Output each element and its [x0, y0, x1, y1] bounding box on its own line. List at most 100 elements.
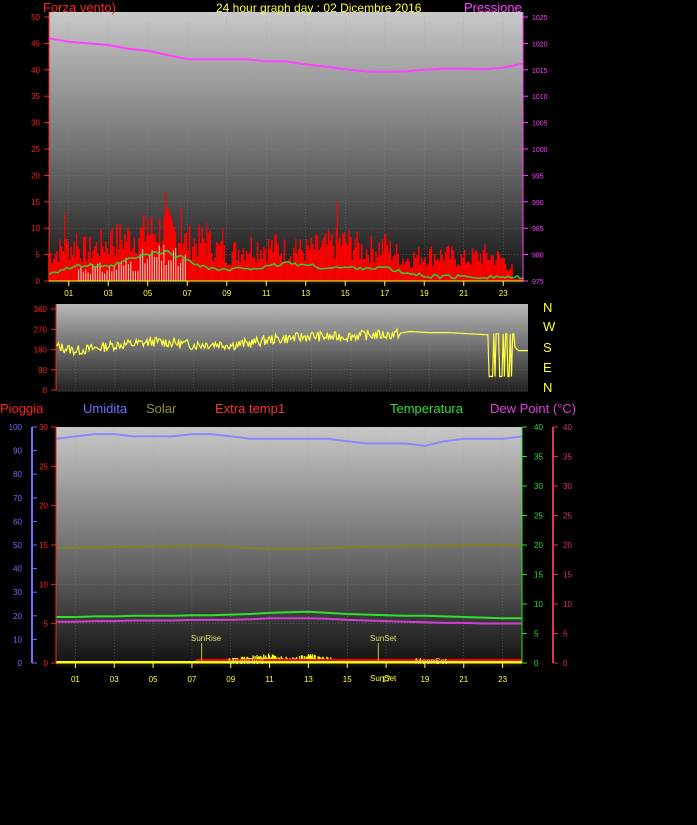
chart-date-title: 24 hour graph day : 02 Dicembre 2016: [216, 1, 422, 15]
bottom-time-tick-label: 23: [498, 675, 507, 684]
inner-left-tick-label: 30: [39, 423, 48, 432]
wind-tick-label: 50: [31, 13, 40, 22]
pressure-tick-label: 995: [532, 173, 544, 180]
temp-tick-label: 30: [534, 482, 543, 491]
dew-tick-label: 15: [563, 571, 572, 580]
temp-tick-label: 20: [534, 541, 543, 550]
wind-tick-label: 20: [31, 171, 40, 180]
direction-tick-label: 0: [43, 386, 48, 395]
sunset-bottom-label: SunSet: [370, 674, 397, 683]
bottom-time-tick-label: 11: [265, 675, 274, 684]
temp-tick-label: 10: [534, 600, 543, 609]
inner-left-tick-label: 5: [44, 620, 49, 629]
time-tick-label: 01: [64, 289, 73, 298]
time-tick-label: 07: [183, 289, 192, 298]
time-tick-label: 09: [222, 289, 231, 298]
sunrise-label: SunRise: [191, 634, 222, 643]
sunset-label: SunSet: [370, 634, 397, 643]
bottom-time-tick-label: 07: [187, 675, 196, 684]
rain-tick-label: 80: [13, 470, 22, 479]
compass-n-bottom: N: [543, 380, 552, 395]
pressure-tick-label: 1020: [532, 41, 548, 48]
pressure-tick-label: 1025: [532, 15, 548, 22]
wind-tick-label: 10: [31, 224, 40, 233]
dew-tick-label: 5: [563, 630, 568, 639]
humidity-label: Umidita: [83, 401, 128, 416]
wind-tick-label: 25: [31, 145, 40, 154]
direction-plot-area: [56, 304, 528, 392]
temp-tick-label: 40: [534, 423, 543, 432]
time-tick-label: 13: [301, 289, 310, 298]
pressure-tick-label: 980: [532, 253, 544, 260]
compass-n-top: N: [543, 300, 552, 315]
time-tick-label: 15: [341, 289, 350, 298]
time-tick-label: 11: [262, 289, 271, 298]
dew-tick-label: 30: [563, 482, 572, 491]
temperature-label: Temperatura: [390, 401, 464, 416]
bottom-time-tick-label: 05: [149, 675, 158, 684]
direction-tick-label: 180: [34, 346, 48, 355]
direction-tick-label: 90: [38, 366, 47, 375]
time-tick-label: 19: [420, 289, 429, 298]
weather-graph: 0510152025303540455097598098599099510001…: [0, 0, 576, 684]
rain-tick-label: 60: [13, 517, 22, 526]
direction-tick-label: 360: [34, 305, 48, 314]
wind-axis-title: Forza vento): [43, 0, 116, 15]
pressure-tick-label: 1000: [532, 147, 548, 154]
wind-tick-label: 35: [31, 92, 40, 101]
direction-tick-label: 270: [34, 325, 48, 334]
pressure-tick-label: 990: [532, 200, 544, 207]
wind-tick-label: 15: [31, 198, 40, 207]
compass-s: S: [543, 340, 552, 355]
rain-tick-label: 30: [13, 588, 22, 597]
temp-tick-label: 15: [534, 571, 543, 580]
wind-tick-label: 45: [31, 39, 40, 48]
time-tick-label: 03: [104, 289, 113, 298]
dew-tick-label: 0: [563, 659, 568, 668]
dew-tick-label: 25: [563, 512, 572, 521]
moonset-label: MoonSet: [415, 657, 448, 666]
bottom-time-tick-label: 19: [420, 675, 429, 684]
pressure-tick-label: 985: [532, 226, 544, 233]
pressure-tick-label: 1005: [532, 121, 548, 128]
inner-left-tick-label: 15: [39, 541, 48, 550]
wind-tick-label: 40: [31, 66, 40, 75]
bottom-time-tick-label: 15: [343, 675, 352, 684]
pressure-tick-label: 1010: [532, 94, 548, 101]
time-tick-label: 05: [143, 289, 152, 298]
dew-tick-label: 20: [563, 541, 572, 550]
pressure-tick-label: 1015: [532, 68, 548, 75]
temp-tick-label: 25: [534, 512, 543, 521]
rain-tick-label: 20: [13, 612, 22, 621]
inner-left-tick-label: 0: [44, 659, 49, 668]
moonrise-label: MoonRise: [228, 657, 265, 666]
rain-tick-label: 70: [13, 494, 22, 503]
dew-point-label: Dew Point (°C): [490, 401, 576, 416]
bottom-time-tick-label: 13: [304, 675, 313, 684]
dew-tick-label: 35: [563, 453, 572, 462]
rain-tick-label: 0: [18, 659, 23, 668]
compass-w: W: [543, 319, 556, 334]
temp-tick-label: 35: [534, 453, 543, 462]
rain-tick-label: 50: [13, 541, 22, 550]
wind-tick-label: 30: [31, 119, 40, 128]
solar-label: Solar: [146, 401, 177, 416]
rain-tick-label: 10: [13, 635, 22, 644]
dew-tick-label: 40: [563, 423, 572, 432]
rain-tick-label: 40: [13, 565, 22, 574]
time-tick-label: 17: [380, 289, 389, 298]
bottom-time-tick-label: 01: [71, 675, 80, 684]
inner-left-tick-label: 25: [39, 462, 48, 471]
wind-tick-label: 0: [36, 277, 41, 286]
time-tick-label: 21: [459, 289, 468, 298]
extra-temp-label: Extra temp1: [215, 401, 285, 416]
compass-e: E: [543, 360, 552, 375]
pressure-tick-label: 975: [532, 279, 544, 286]
bottom-time-tick-label: 03: [110, 675, 119, 684]
inner-left-tick-label: 10: [39, 580, 48, 589]
temp-tick-label: 5: [534, 630, 539, 639]
inner-left-tick-label: 20: [39, 502, 48, 511]
pressure-axis-title: Pressione: [464, 0, 522, 15]
bottom-time-tick-label: 09: [226, 675, 235, 684]
rain-tick-label: 100: [9, 423, 23, 432]
